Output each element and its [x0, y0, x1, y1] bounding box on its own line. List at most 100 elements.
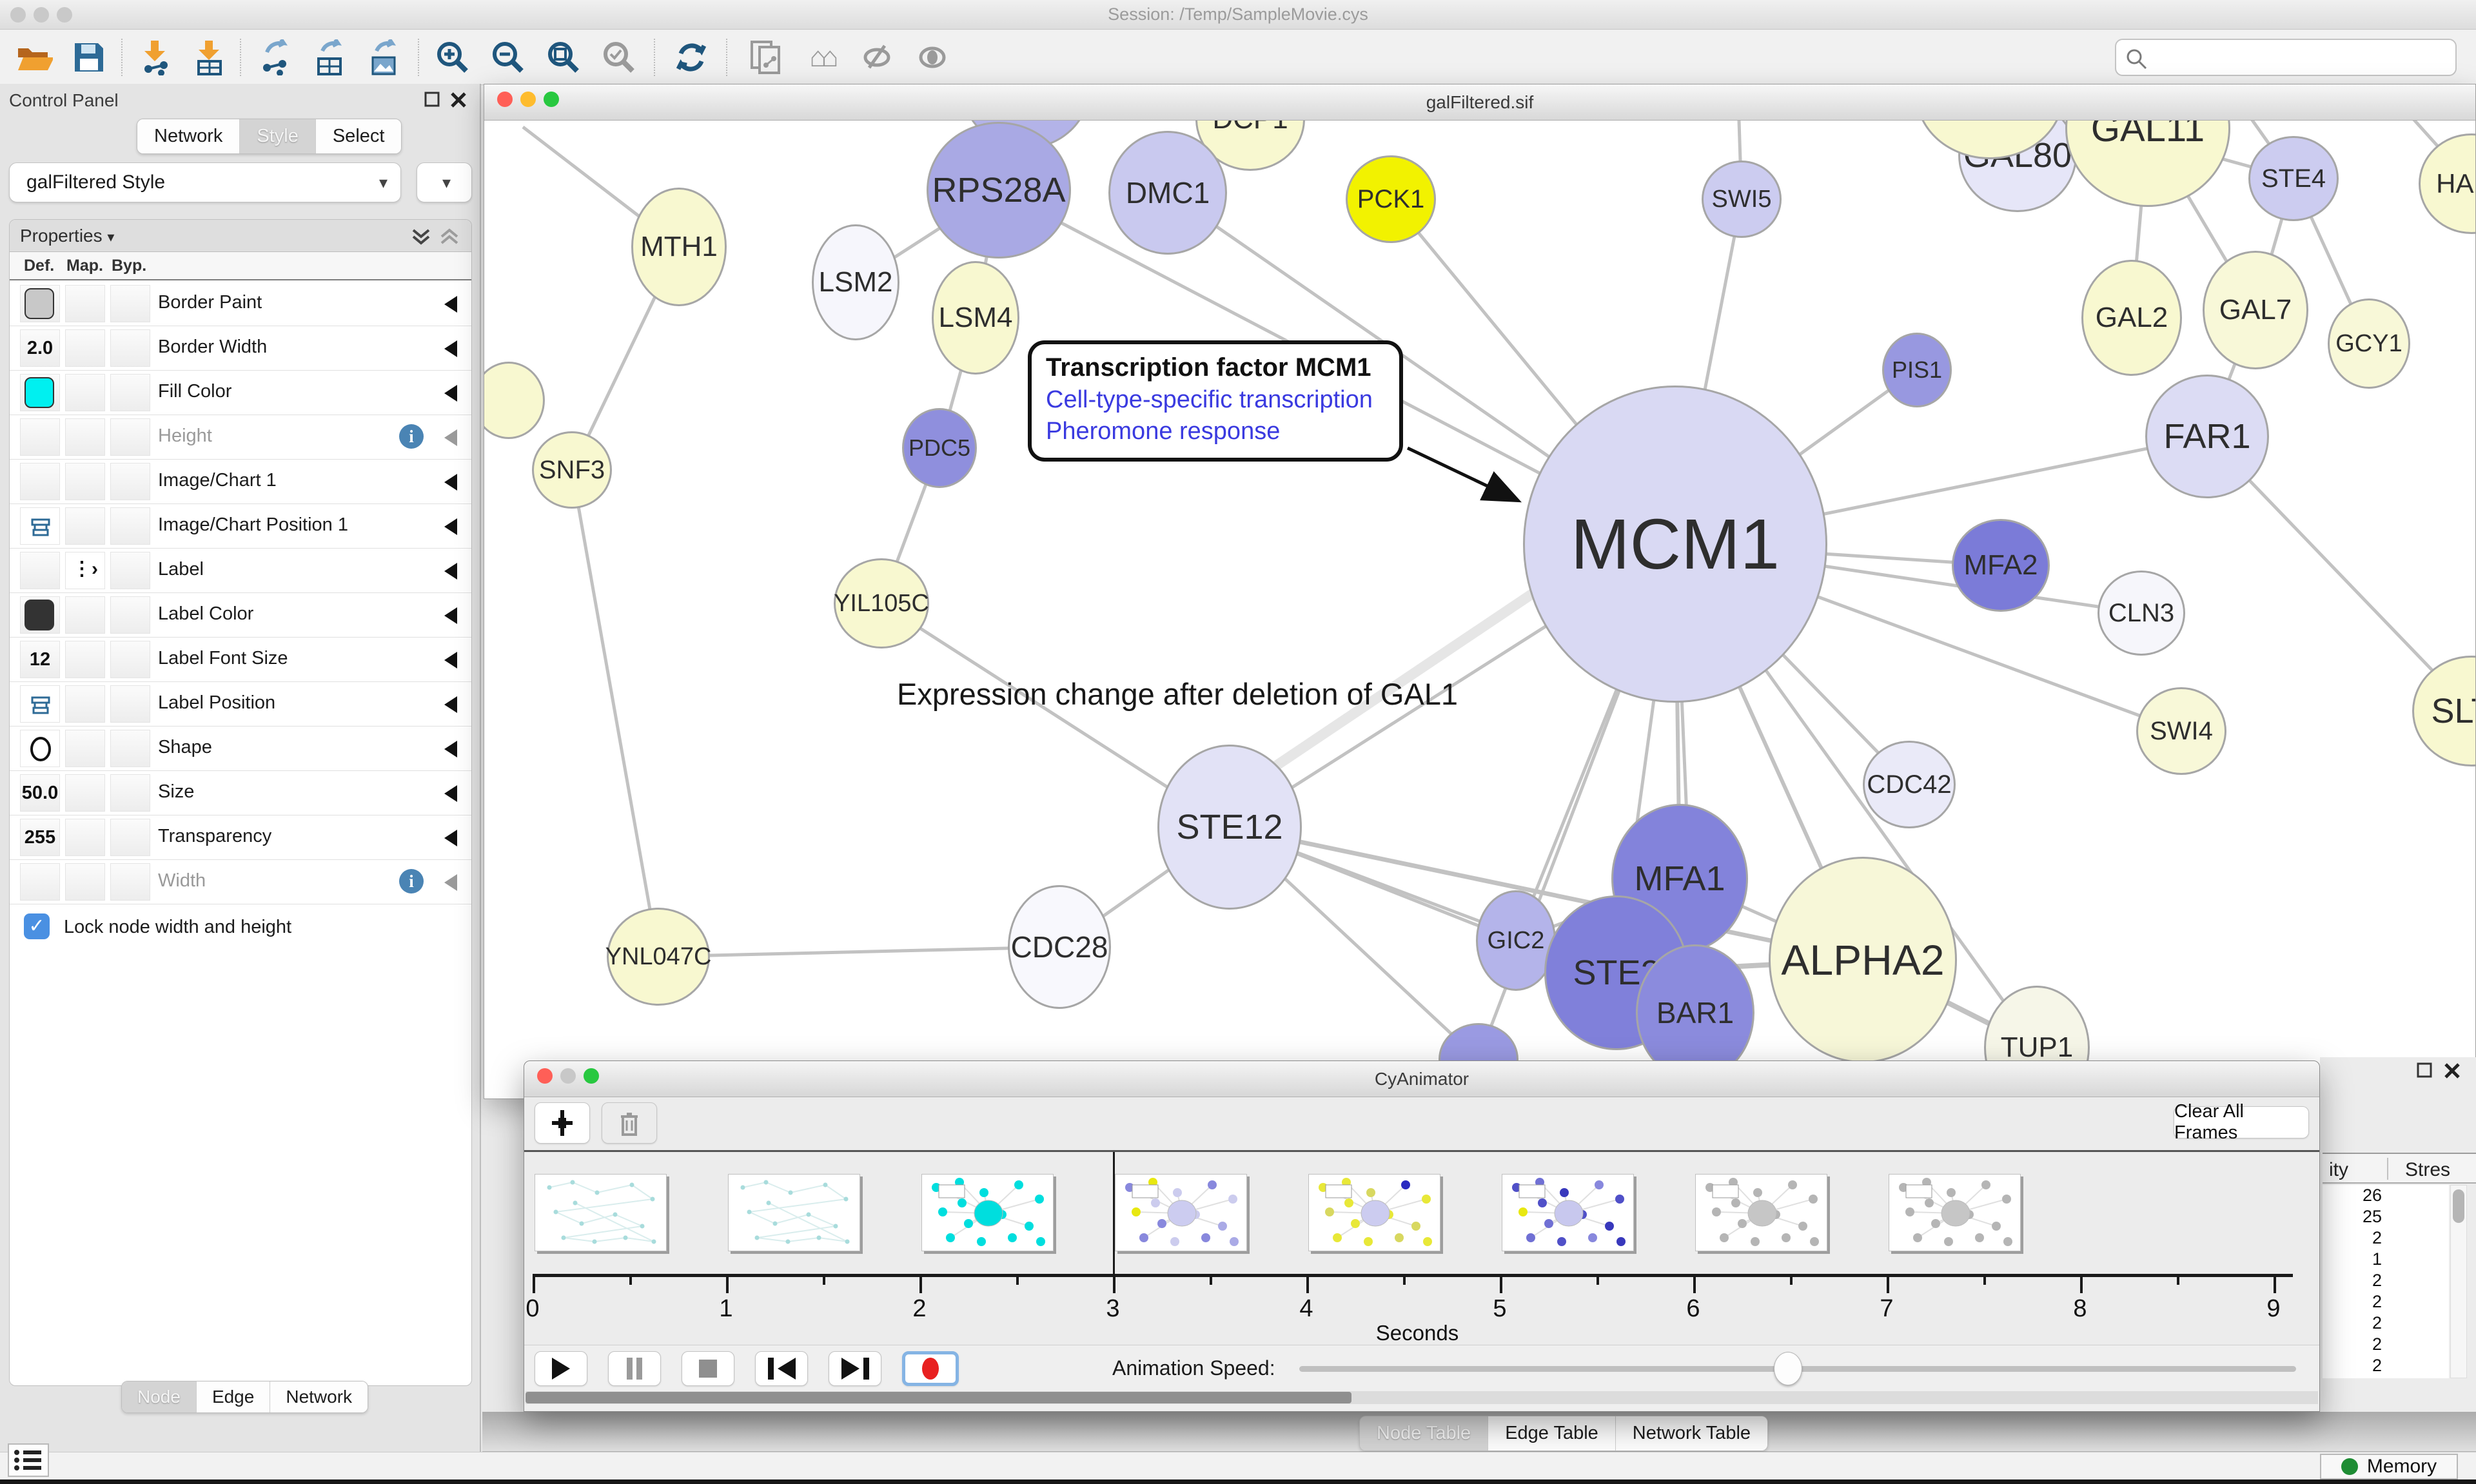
mapping-cell[interactable] [65, 329, 105, 367]
mapping-cell[interactable] [65, 285, 105, 322]
info-icon[interactable]: i [399, 424, 424, 449]
refresh-layout-icon[interactable] [668, 36, 714, 79]
network-node-yil105c[interactable]: YIL105C [834, 558, 929, 649]
scrollbar-thumb[interactable] [526, 1392, 1351, 1403]
home-views-icon[interactable]: ⌂⌂ [798, 36, 845, 79]
tab-node-table[interactable]: Node Table [1360, 1416, 1488, 1450]
mapping-cell[interactable] [65, 596, 105, 634]
cyanimator-timeline[interactable]: 0123456789 Seconds [524, 1152, 2319, 1345]
bypass-cell[interactable] [110, 819, 150, 856]
tab-edge[interactable]: Edge [197, 1381, 270, 1412]
expand-row-icon[interactable] [444, 340, 457, 357]
skip-to-end-button[interactable] [829, 1351, 881, 1386]
expand-row-icon[interactable] [444, 696, 457, 713]
frame-thumbnail-4[interactable] [1308, 1174, 1440, 1251]
table-cell[interactable]: 26 [2323, 1185, 2382, 1206]
default-value-cell[interactable]: 50.0 [20, 774, 60, 812]
default-value-cell[interactable] [20, 374, 60, 411]
info-icon[interactable]: i [399, 869, 424, 893]
bypass-cell[interactable] [110, 685, 150, 723]
expand-row-icon[interactable] [444, 385, 457, 402]
frame-thumbnail-1[interactable] [728, 1174, 860, 1251]
mapping-cell[interactable] [65, 641, 105, 678]
mapping-cell[interactable] [65, 819, 105, 856]
default-value-cell[interactable] [20, 285, 60, 322]
table-cell[interactable]: 2 [2323, 1313, 2382, 1334]
default-value-cell[interactable]: 12 [20, 641, 60, 678]
zoom-fit-icon[interactable] [540, 36, 587, 79]
lock-size-checkbox[interactable]: ✓ [24, 913, 50, 939]
property-row-width[interactable]: Widthi [10, 860, 471, 904]
expand-row-icon[interactable] [444, 518, 457, 535]
property-row-transparency[interactable]: 255Transparency [10, 815, 471, 860]
tab-network[interactable]: Network [137, 119, 240, 153]
export-table-icon[interactable] [306, 36, 352, 79]
table-cell[interactable]: 2 [2323, 1291, 2382, 1313]
task-history-button[interactable] [8, 1443, 49, 1477]
bypass-cell[interactable] [110, 596, 150, 634]
expand-row-icon[interactable] [444, 830, 457, 846]
expand-row-icon[interactable] [444, 785, 457, 802]
default-value-cell[interactable] [20, 463, 60, 500]
export-image-icon[interactable] [360, 36, 406, 79]
table-column-headers[interactable]: ity Stres [2323, 1153, 2476, 1184]
cyanimator-scrollbar[interactable] [526, 1391, 2318, 1404]
mapping-cell[interactable] [65, 463, 105, 500]
import-network-icon[interactable] [132, 36, 178, 79]
mapping-cell[interactable] [65, 507, 105, 545]
float-panel-icon[interactable] [424, 92, 444, 111]
play-button[interactable] [535, 1351, 587, 1386]
column-divider[interactable] [2387, 1158, 2388, 1180]
table-cell[interactable]: 25 [2323, 1206, 2382, 1227]
default-value-cell[interactable] [20, 685, 60, 723]
network-node-cln3[interactable]: CLN3 [2098, 571, 2185, 656]
network-node-gal2[interactable]: GAL2 [2081, 260, 2182, 376]
tab-edge-table[interactable]: Edge Table [1488, 1416, 1616, 1450]
expand-row-icon[interactable] [444, 874, 457, 891]
expand-row-icon[interactable] [444, 429, 457, 446]
network-node-swi5[interactable]: SWI5 [1702, 161, 1782, 238]
tab-network-table[interactable]: Network Table [1616, 1416, 1767, 1450]
style-options-button[interactable]: ▾ [417, 162, 472, 202]
property-row-label-color[interactable]: Label Color [10, 593, 471, 638]
delete-frame-button[interactable] [602, 1102, 657, 1144]
default-value-cell[interactable]: 2.0 [20, 329, 60, 367]
property-row-label[interactable]: ⋮›Label [10, 549, 471, 593]
expand-row-icon[interactable] [444, 652, 457, 669]
tab-select[interactable]: Select [316, 119, 402, 153]
float-panel-icon[interactable] [2417, 1062, 2436, 1082]
expand-collapse-icons[interactable] [411, 228, 462, 250]
default-value-cell[interactable] [20, 863, 60, 901]
network-node-ynl047c[interactable]: YNL047C [607, 908, 710, 1006]
mapping-cell[interactable] [65, 774, 105, 812]
default-value-cell[interactable] [20, 730, 60, 767]
network-node-ste4[interactable]: STE4 [2248, 136, 2339, 221]
default-value-cell[interactable] [20, 552, 60, 589]
clear-all-frames-button[interactable]: Clear All Frames [2174, 1106, 2309, 1138]
default-value-cell[interactable]: 255 [20, 819, 60, 856]
expand-row-icon[interactable] [444, 474, 457, 491]
network-node-far1[interactable]: FAR1 [2145, 375, 2269, 498]
bypass-cell[interactable] [110, 507, 150, 545]
search-box[interactable] [2115, 39, 2457, 76]
mapping-cell[interactable] [65, 863, 105, 901]
property-row-border-paint[interactable]: Border Paint [10, 282, 471, 326]
network-node-pdc5[interactable]: PDC5 [902, 408, 977, 488]
network-node-rps28a[interactable]: RPS28A [927, 122, 1071, 259]
zoom-in-icon[interactable] [429, 36, 476, 79]
zoom-selected-icon[interactable] [596, 36, 642, 79]
network-node-mcm1[interactable]: MCM1 [1523, 386, 1827, 703]
mapping-cell[interactable] [65, 685, 105, 723]
bypass-cell[interactable] [110, 641, 150, 678]
annotation-box[interactable]: Transcription factor MCM1 Cell-type-spec… [1028, 340, 1403, 462]
close-panel-icon[interactable] [450, 92, 469, 111]
bypass-cell[interactable] [110, 552, 150, 589]
frame-thumbnail-2[interactable] [921, 1174, 1054, 1251]
bypass-cell[interactable] [110, 285, 150, 322]
expand-row-icon[interactable] [444, 741, 457, 757]
property-row-image-chart-1[interactable]: Image/Chart 1 [10, 460, 471, 504]
add-frame-button[interactable] [535, 1102, 590, 1144]
property-row-image-chart-position-1[interactable]: Image/Chart Position 1 [10, 504, 471, 549]
property-row-shape[interactable]: Shape [10, 727, 471, 771]
frame-thumbnail-5[interactable] [1502, 1174, 1634, 1251]
